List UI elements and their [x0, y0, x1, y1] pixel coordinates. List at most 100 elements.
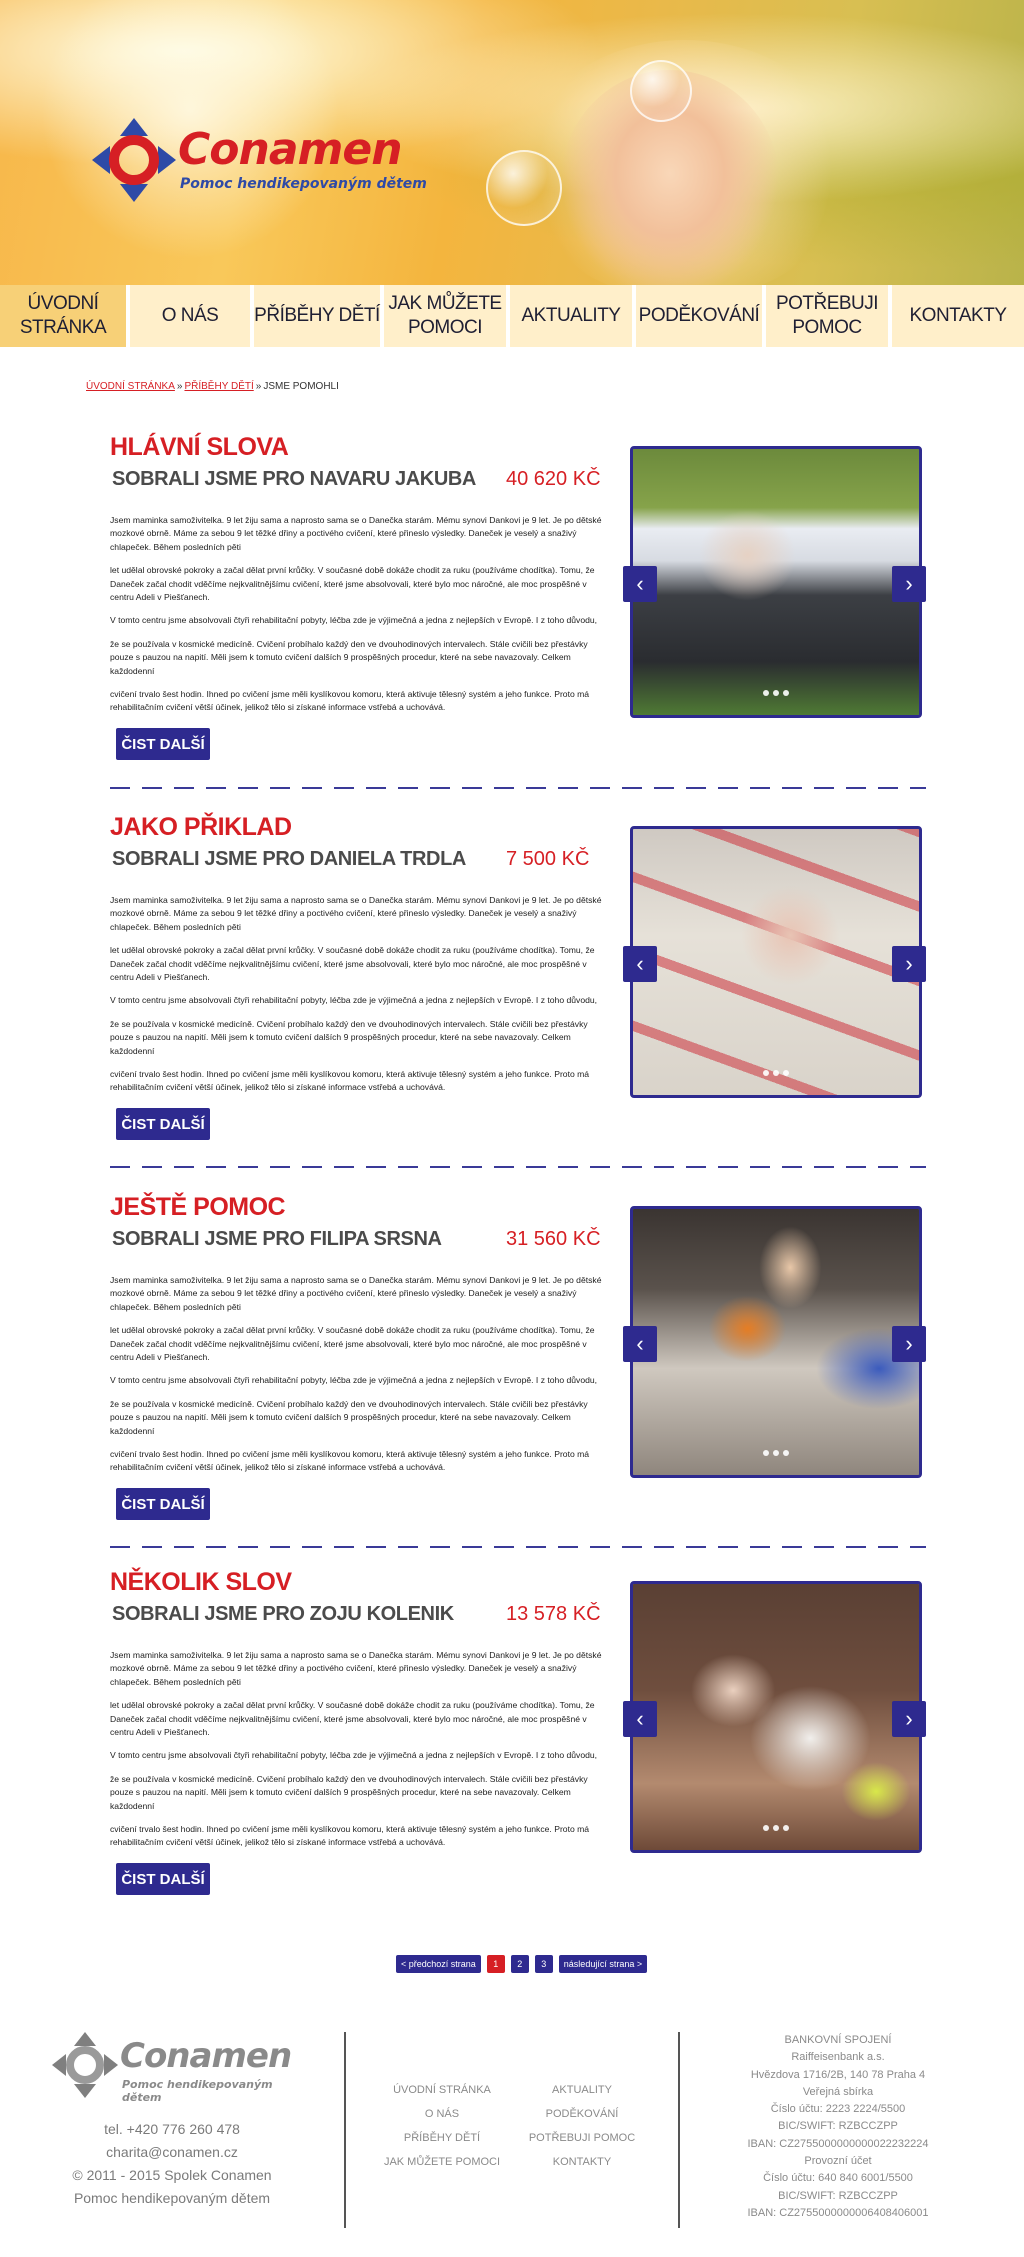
- soap-bubble: [486, 150, 562, 226]
- breadcrumb-current: JSME POMOHLI: [263, 381, 339, 392]
- footer-link-home[interactable]: ÚVODNÍ STRÁNKA: [372, 2078, 512, 2102]
- footer-link-thanks[interactable]: PODĚKOVÁNÍ: [522, 2102, 642, 2126]
- footer-contact: tel. +420 776 260 478 charita@conamen.cz…: [52, 2118, 292, 2210]
- footer-tagline: Pomoc hendikepovaným dětem: [73, 2190, 271, 2206]
- nav-item-stories[interactable]: PŘÍBĚHY DĚTÍ: [254, 285, 384, 347]
- slider-next-arrow-icon[interactable]: ›: [892, 1701, 926, 1737]
- story-paragraph: cvičení trvalo šest hodin. Ihned po cvič…: [110, 1069, 590, 1093]
- footer-links-left: ÚVODNÍ STRÁNKA O NÁS PŘÍBĚHY DĚTÍ JAK MŮ…: [372, 2078, 512, 2174]
- story-card: HLÁVNÍ SLOVA SOBRALI JSME PRO NAVARU JAK…: [0, 432, 1024, 792]
- read-more-button[interactable]: ČIST DALŠÍ: [116, 728, 210, 760]
- story-body: Jsem maminka samoživitelka. 9 let žiju s…: [110, 894, 605, 1095]
- footer-logo-mark-icon: [52, 2032, 118, 2098]
- slider-dot[interactable]: [783, 1070, 789, 1076]
- footer-link-about[interactable]: O NÁS: [372, 2102, 512, 2126]
- slider-dots: [633, 683, 919, 701]
- main-navigation: ÚVODNÍ STRÁNKA O NÁS PŘÍBĚHY DĚTÍ JAK MŮ…: [0, 285, 1024, 347]
- slider-dot[interactable]: [783, 1450, 789, 1456]
- pagination-page-3[interactable]: 3: [534, 1955, 553, 1973]
- slider-dot[interactable]: [773, 690, 779, 696]
- slider-prev-arrow-icon[interactable]: ‹: [623, 1701, 657, 1737]
- pagination-prev-button[interactable]: < předchozí strana: [396, 1955, 481, 1973]
- slider-prev-arrow-icon[interactable]: ‹: [623, 566, 657, 602]
- slider-dot[interactable]: [763, 1825, 769, 1831]
- slider-prev-arrow-icon[interactable]: ‹: [623, 946, 657, 982]
- photo-slider: [630, 446, 922, 718]
- story-paragraph: let udělal obrovské pokroky a začal děla…: [110, 945, 595, 983]
- site-logo[interactable]: Conamen Pomoc hendikepovaným dětem: [92, 118, 432, 202]
- story-card: JEŠTĚ POMOC SOBRALI JSME PRO FILIPA SRSN…: [0, 1192, 1024, 1552]
- read-more-button[interactable]: ČIST DALŠÍ: [116, 1108, 210, 1140]
- footer-link-stories[interactable]: PŘÍBĚHY DĚTÍ: [372, 2126, 512, 2150]
- slider-prev-arrow-icon[interactable]: ‹: [623, 1326, 657, 1362]
- pagination: < předchozí strana 1 2 3 následující str…: [396, 1955, 648, 1973]
- breadcrumb: ÚVODNÍ STRÁNKA» PŘÍBĚHY DĚTÍ» JSME POMOHLI: [86, 381, 339, 392]
- story-paragraph: cvičení trvalo šest hodin. Ihned po cvič…: [110, 689, 590, 713]
- nav-item-contacts[interactable]: KONTAKTY: [892, 285, 1024, 347]
- story-paragraph: V tomto centru jsme absolvovali čtyři re…: [110, 1750, 598, 1761]
- story-text: NĚKOLIK SLOV SOBRALI JSME PRO ZOJU KOLEN…: [110, 1567, 610, 1860]
- footer-bank-info: BANKOVNÍ SPOJENÍ Raiffeisenbank a.s. Hvě…: [696, 2032, 980, 2222]
- footer-link-contacts[interactable]: KONTAKTY: [522, 2150, 642, 2174]
- pagination-page-2[interactable]: 2: [510, 1955, 529, 1973]
- slider-dot[interactable]: [763, 1450, 769, 1456]
- slider-next-arrow-icon[interactable]: ›: [892, 566, 926, 602]
- read-more-button[interactable]: ČIST DALŠÍ: [116, 1863, 210, 1895]
- nav-item-thanks[interactable]: PODĚKOVÁNÍ: [636, 285, 766, 347]
- slider-next-arrow-icon[interactable]: ›: [892, 1326, 926, 1362]
- bank-line: Veřejná sbírka: [802, 2085, 874, 2098]
- footer-logo-name: Conamen: [120, 2036, 292, 2076]
- story-body: Jsem maminka samoživitelka. 9 let žiju s…: [110, 1649, 605, 1850]
- slider-dots: [633, 1443, 919, 1461]
- bank-line: Provozní účet: [804, 2155, 872, 2168]
- story-text: JEŠTĚ POMOC SOBRALI JSME PRO FILIPA SRSN…: [110, 1192, 610, 1485]
- read-more-button[interactable]: ČIST DALŠÍ: [116, 1488, 210, 1520]
- footer-phone[interactable]: tel. +420 776 260 478: [52, 2118, 292, 2141]
- slider-dot[interactable]: [763, 690, 769, 696]
- footer-link-how-to-help[interactable]: JAK MŮŽETE POMOCI: [372, 2150, 512, 2174]
- nav-item-need-help[interactable]: POTŘEBUJI POMOC: [766, 285, 892, 347]
- hero-banner: Conamen Pomoc hendikepovaným dětem: [0, 0, 1024, 285]
- story-photo: [633, 449, 919, 715]
- nav-item-home[interactable]: ÚVODNÍ STRÁNKA: [0, 285, 130, 347]
- story-text: HLÁVNÍ SLOVA SOBRALI JSME PRO NAVARU JAK…: [110, 432, 610, 725]
- footer-link-news[interactable]: AKTUALITY: [522, 2078, 642, 2102]
- pagination-page-1[interactable]: 1: [486, 1955, 505, 1973]
- story-paragraph: cvičení trvalo šest hodin. Ihned po cvič…: [110, 1449, 590, 1473]
- footer-logo[interactable]: Conamen Pomoc hendikepovaným dětem: [52, 2032, 312, 2104]
- slider-dot[interactable]: [773, 1450, 779, 1456]
- footer-link-need-help[interactable]: POTŘEBUJI POMOC: [522, 2126, 642, 2150]
- bank-line: BANKOVNÍ SPOJENÍ: [784, 2034, 892, 2046]
- slider-dot[interactable]: [783, 1825, 789, 1831]
- breadcrumb-separator: »: [176, 381, 183, 392]
- nav-item-news[interactable]: AKTUALITY: [510, 285, 636, 347]
- story-paragraph: cvičení trvalo šest hodin. Ihned po cvič…: [110, 1824, 590, 1848]
- story-paragraph: V tomto centru jsme absolvovali čtyři re…: [110, 615, 598, 626]
- bank-line: Číslo účtu: 2223 2224/5500: [770, 2103, 906, 2116]
- slider-next-arrow-icon[interactable]: ›: [892, 946, 926, 982]
- nav-item-about[interactable]: O NÁS: [130, 285, 254, 347]
- bank-line: Raiffeisenbank a.s.: [791, 2051, 885, 2064]
- slider-dot[interactable]: [783, 690, 789, 696]
- slider-dots: [633, 1063, 919, 1081]
- story-amount: 31 560 KČ: [506, 1228, 601, 1250]
- breadcrumb-stories-link[interactable]: PŘÍBĚHY DĚTÍ: [184, 381, 253, 392]
- slider-dot[interactable]: [773, 1825, 779, 1831]
- logo-tagline: Pomoc hendikepovaným dětem: [180, 176, 427, 192]
- slider-dot[interactable]: [763, 1070, 769, 1076]
- nav-item-how-to-help[interactable]: JAK MŮŽETE POMOCI: [384, 285, 510, 347]
- story-paragraph: Jsem maminka samoživitelka. 9 let žiju s…: [110, 1650, 602, 1687]
- story-amount: 13 578 KČ: [506, 1603, 601, 1625]
- pagination-next-button[interactable]: následující strana >: [558, 1955, 648, 1973]
- section-divider: [110, 787, 926, 789]
- story-photo: [633, 1209, 919, 1475]
- story-paragraph: V tomto centru jsme absolvovali čtyři re…: [110, 1375, 598, 1386]
- slider-dot[interactable]: [773, 1070, 779, 1076]
- story-paragraph: že se používala v kosmické medicíně. Cvi…: [110, 1018, 588, 1056]
- story-title: SOBRALI JSME PRO FILIPA SRSNA: [112, 1228, 442, 1250]
- breadcrumb-home-link[interactable]: ÚVODNÍ STRÁNKA: [86, 381, 175, 392]
- footer-email[interactable]: charita@conamen.cz: [52, 2141, 292, 2164]
- photo-slider: [630, 1206, 922, 1478]
- logo-mark-icon: [92, 118, 176, 202]
- story-title: SOBRALI JSME PRO ZOJU KOLENIK: [112, 1603, 454, 1625]
